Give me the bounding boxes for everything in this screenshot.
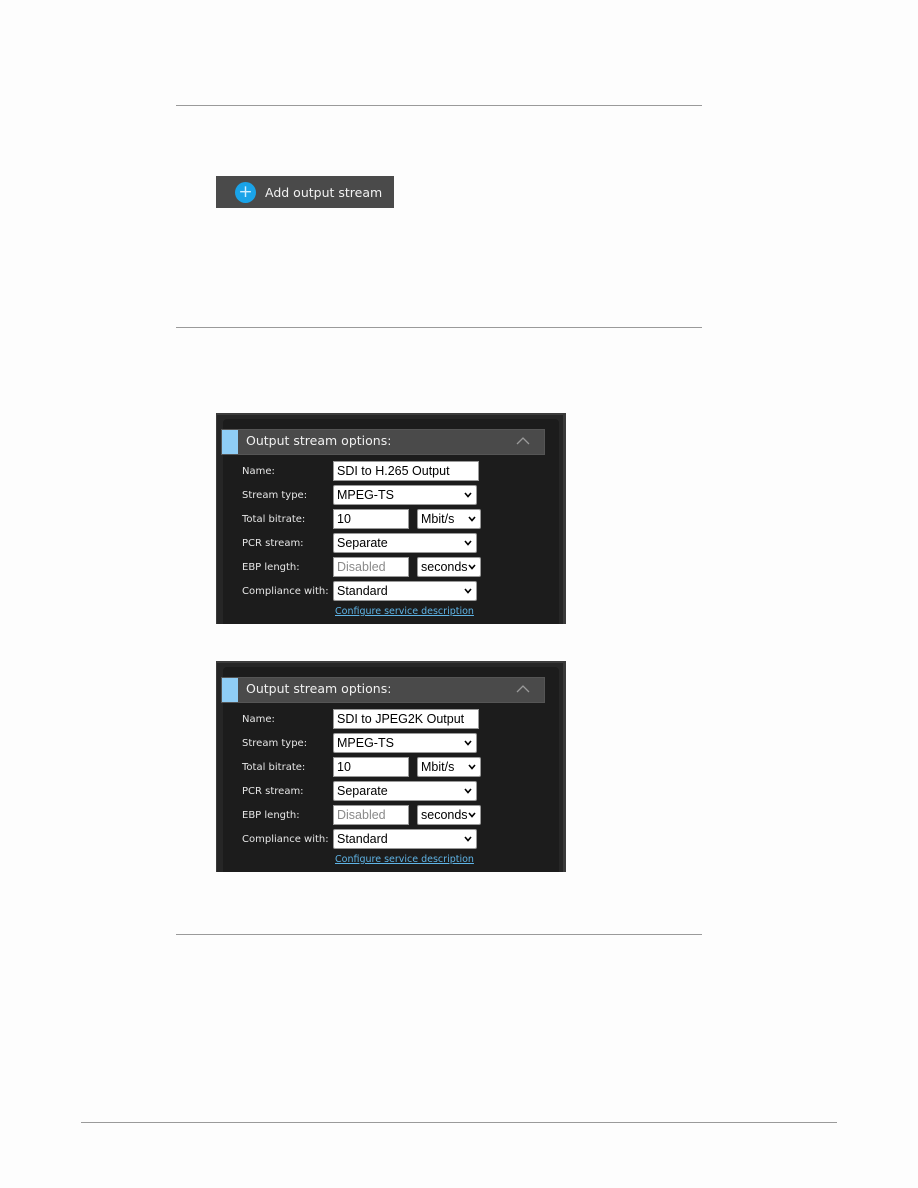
divider: [176, 327, 702, 328]
bitrate-unit-select[interactable]: Mbit/s: [417, 509, 481, 529]
compliance-select[interactable]: Standard: [333, 829, 477, 849]
panel-title: Output stream options:: [246, 681, 392, 696]
name-label: Name:: [242, 713, 275, 725]
ebp-label: EBP length:: [242, 561, 300, 573]
panel-title: Output stream options:: [246, 433, 392, 448]
name-input[interactable]: SDI to H.265 Output: [333, 461, 479, 481]
name-label: Name:: [242, 465, 275, 477]
bitrate-input[interactable]: 10: [333, 757, 409, 777]
chevron-down-icon: [464, 788, 472, 794]
stream-type-select[interactable]: MPEG-TS: [333, 733, 477, 753]
ebp-length-input[interactable]: Disabled: [333, 557, 409, 577]
chevron-down-icon: [468, 764, 476, 770]
divider: [176, 934, 702, 935]
name-input[interactable]: SDI to JPEG2K Output: [333, 709, 479, 729]
ebp-label: EBP length:: [242, 809, 300, 821]
chevron-down-icon: [464, 836, 472, 842]
stream-type-label: Stream type:: [242, 737, 308, 749]
chevron-down-icon: [464, 540, 472, 546]
add-output-stream-label: Add output stream: [265, 184, 383, 200]
stream-type-label: Stream type:: [242, 489, 308, 501]
chevron-up-icon[interactable]: [516, 682, 530, 696]
pcr-stream-select[interactable]: Separate: [333, 781, 477, 801]
pcr-label: PCR stream:: [242, 537, 304, 549]
configure-service-description-link[interactable]: Configure service description: [335, 854, 474, 865]
panel-accent-bar: [222, 430, 238, 454]
output-stream-options-panel: Output stream options: Name: SDI to H.26…: [216, 413, 566, 624]
ebp-unit-select[interactable]: seconds: [417, 805, 481, 825]
add-output-stream-button[interactable]: + Add output stream: [216, 176, 394, 208]
plus-circle-icon: +: [235, 181, 256, 203]
output-stream-options-panel: Output stream options: Name: SDI to JPEG…: [216, 661, 566, 872]
pcr-stream-select[interactable]: Separate: [333, 533, 477, 553]
bitrate-label: Total bitrate:: [242, 513, 306, 525]
chevron-down-icon: [468, 812, 476, 818]
stream-type-select[interactable]: MPEG-TS: [333, 485, 477, 505]
panel-accent-bar: [222, 678, 238, 702]
divider: [176, 105, 702, 106]
bitrate-label: Total bitrate:: [242, 761, 306, 773]
compliance-label: Compliance with:: [242, 585, 329, 597]
panel-header[interactable]: Output stream options:: [221, 429, 545, 455]
ebp-length-input[interactable]: Disabled: [333, 805, 409, 825]
chevron-down-icon: [464, 588, 472, 594]
compliance-label: Compliance with:: [242, 833, 329, 845]
compliance-select[interactable]: Standard: [333, 581, 477, 601]
chevron-down-icon: [464, 492, 472, 498]
chevron-down-icon: [468, 516, 476, 522]
pcr-label: PCR stream:: [242, 785, 304, 797]
chevron-down-icon: [468, 564, 476, 570]
chevron-up-icon[interactable]: [516, 434, 530, 448]
footer-divider: [81, 1122, 837, 1123]
configure-service-description-link[interactable]: Configure service description: [335, 606, 474, 617]
panel-header[interactable]: Output stream options:: [221, 677, 545, 703]
bitrate-input[interactable]: 10: [333, 509, 409, 529]
chevron-down-icon: [464, 740, 472, 746]
bitrate-unit-select[interactable]: Mbit/s: [417, 757, 481, 777]
ebp-unit-select[interactable]: seconds: [417, 557, 481, 577]
